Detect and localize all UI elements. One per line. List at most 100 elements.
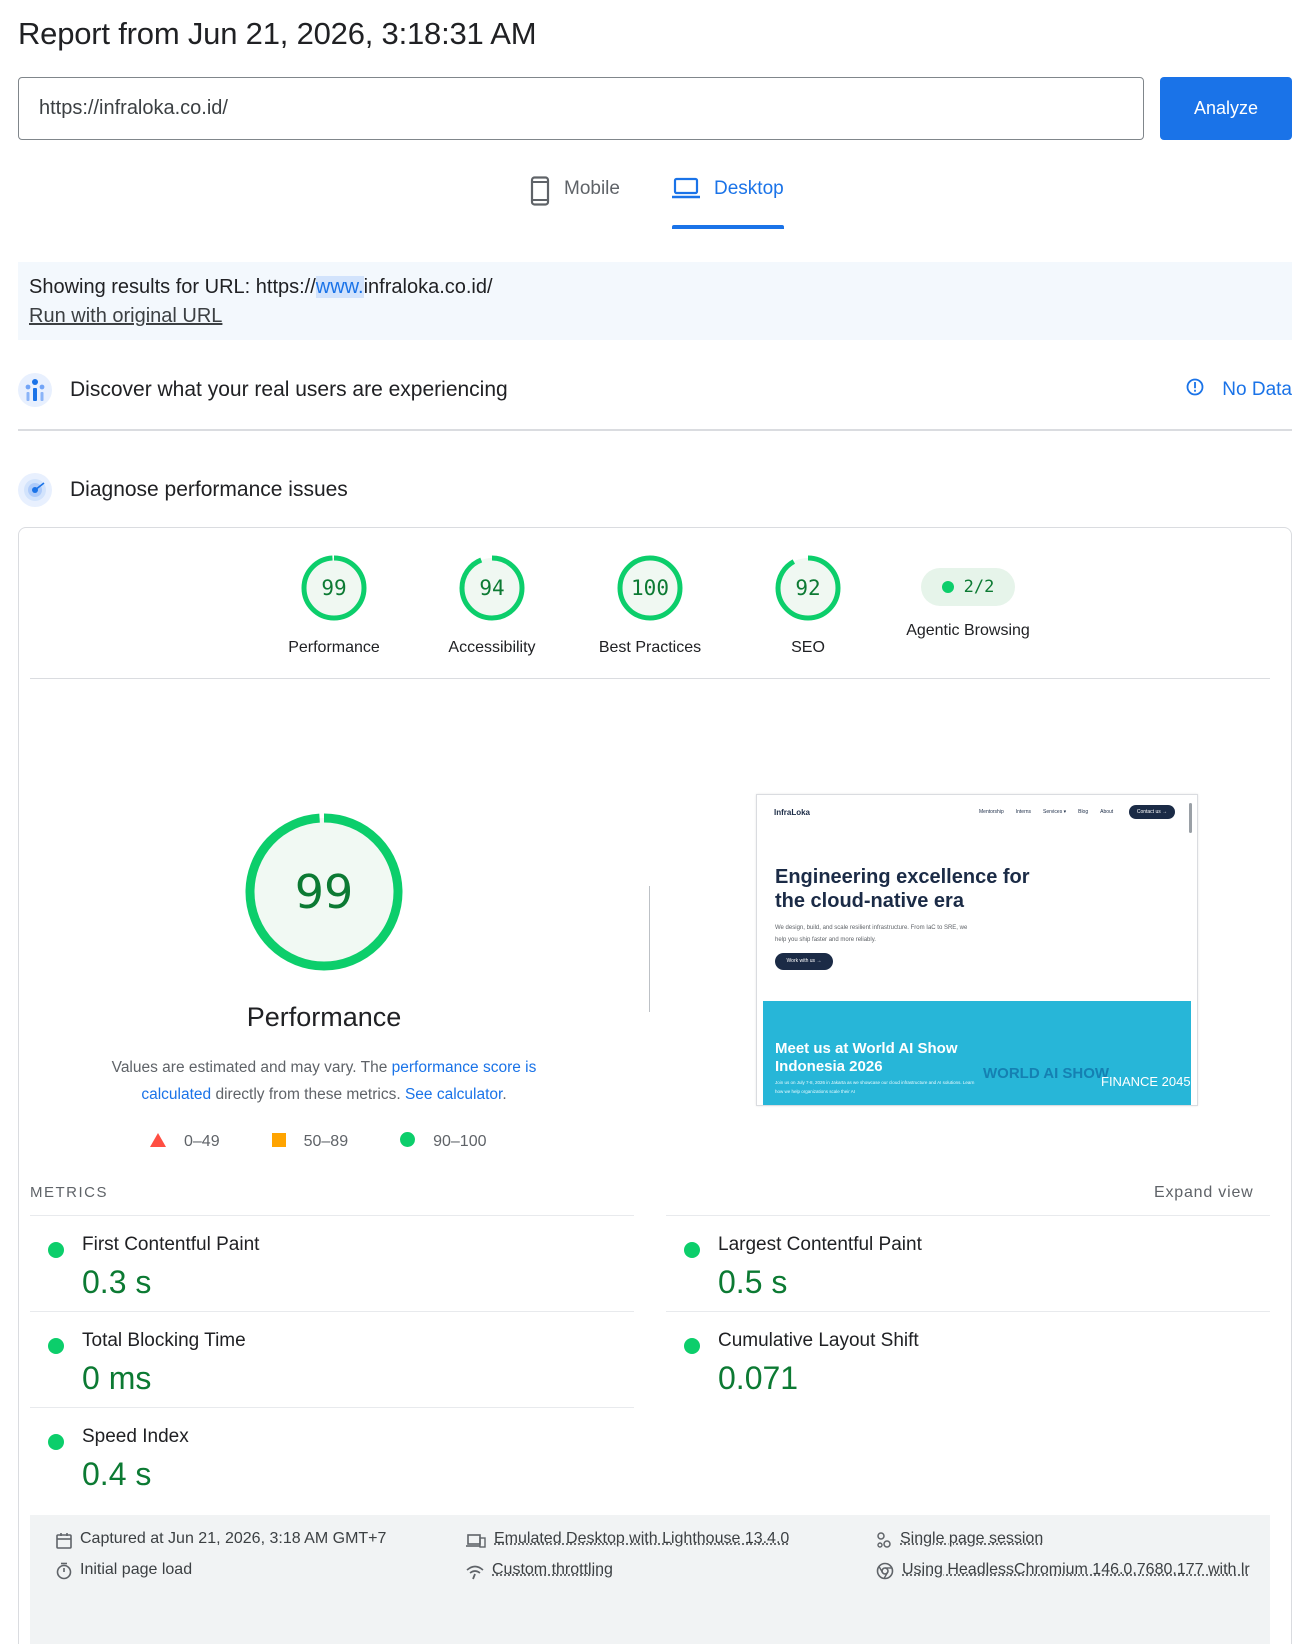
screenshot-nav-item: Blog bbox=[1078, 809, 1089, 815]
no-data-status[interactable]: No Data bbox=[1186, 378, 1292, 402]
legend-fail: 0–49 bbox=[150, 1132, 220, 1152]
gauge-performance[interactable]: 99 Performance bbox=[254, 555, 414, 657]
runtime-browser[interactable]: Using HeadlessChromium 146.0.7680.177 wi… bbox=[876, 1554, 1256, 1591]
url-input[interactable] bbox=[18, 77, 1144, 140]
score-ring: 94 bbox=[459, 555, 525, 621]
info-icon bbox=[1186, 378, 1204, 402]
score-ring: 99 bbox=[301, 555, 367, 621]
no-data-label: No Data bbox=[1222, 379, 1292, 400]
pass-dot-icon bbox=[48, 1338, 64, 1354]
chrome-icon bbox=[876, 1560, 894, 1591]
tab-mobile-label: Mobile bbox=[564, 178, 620, 199]
screenshot-nav: Mentorship Interns Services ▾ Blog About bbox=[979, 809, 1125, 815]
screenshot-logo: InfraLoka bbox=[774, 808, 811, 817]
active-tab-indicator bbox=[672, 225, 784, 229]
metric-name: Cumulative Layout Shift bbox=[718, 1330, 919, 1351]
desc-text: Values are estimated and may vary. The bbox=[111, 1059, 392, 1076]
screenshot-heading: Engineering excellence for the cloud-nat… bbox=[775, 866, 1030, 912]
tab-mobile[interactable]: Mobile bbox=[530, 176, 620, 230]
screenshot-scrollbar bbox=[1189, 803, 1192, 833]
legend-pass: 90–100 bbox=[400, 1132, 486, 1152]
gauge-label: SEO bbox=[791, 639, 825, 656]
gauge-best-practices[interactable]: 100 Best Practices bbox=[570, 555, 730, 657]
metrics-header: METRICS bbox=[30, 1184, 108, 1201]
legend-average-label: 50–89 bbox=[303, 1133, 349, 1150]
screenshot-nav-item: Mentorship bbox=[979, 809, 1004, 815]
diagnose-section-header: Diagnose performance issues bbox=[18, 466, 1292, 514]
metric-value: 0 ms bbox=[82, 1360, 152, 1396]
runtime-captured-text: Captured at Jun 21, 2026, 3:18 AM GMT+7 bbox=[80, 1530, 387, 1547]
tab-desktop-label: Desktop bbox=[714, 178, 784, 199]
gauge-agentic-browsing[interactable]: 2/2 Agentic Browsing bbox=[886, 555, 1050, 640]
diagnose-title: Diagnose performance issues bbox=[70, 478, 348, 501]
metric-name: Largest Contentful Paint bbox=[718, 1234, 922, 1255]
legend-fail-label: 0–49 bbox=[184, 1133, 220, 1150]
score-ring: 100 bbox=[617, 555, 683, 621]
crux-title: Discover what your real users are experi… bbox=[70, 378, 508, 401]
performance-description: Values are estimated and may vary. The p… bbox=[86, 1054, 562, 1108]
phone-icon bbox=[530, 176, 550, 212]
runtime-browser-text: Using HeadlessChromium 146.0.7680.177 wi… bbox=[902, 1561, 1250, 1578]
page-title: Report from Jun 21, 2026, 3:18:31 AM bbox=[18, 16, 537, 51]
screenshot-nav-item: Services ▾ bbox=[1043, 809, 1067, 815]
metric-value: 0.3 s bbox=[82, 1264, 152, 1300]
section-divider bbox=[18, 429, 1292, 431]
gauge-label: Performance bbox=[288, 639, 380, 656]
url-notice-text: Showing results for URL: https://www.inf… bbox=[29, 276, 1281, 299]
gauge-accessibility[interactable]: 94 Accessibility bbox=[412, 555, 572, 657]
url-notice-highlight: www. bbox=[315, 276, 364, 298]
users-chart-icon bbox=[18, 373, 52, 407]
metric-total-blocking-time: Total Blocking Time 0 ms bbox=[30, 1311, 634, 1407]
performance-title: Performance bbox=[246, 1002, 402, 1032]
url-notice-prefix: Showing results for URL: https:// bbox=[29, 276, 316, 298]
screenshot-nav-item: Interns bbox=[1015, 809, 1032, 815]
gauge-label: Best Practices bbox=[598, 639, 702, 656]
agentic-score: 2/2 bbox=[963, 577, 995, 597]
runtime-initial-load: Initial page load bbox=[56, 1554, 192, 1591]
vertical-divider bbox=[649, 886, 650, 1012]
runtime-emulated-text: Emulated Desktop with Lighthouse 13.4.0 bbox=[494, 1530, 790, 1547]
metric-value: 0.071 bbox=[718, 1360, 799, 1396]
desc-text: directly from these metrics. bbox=[211, 1086, 405, 1103]
agentic-score-pill: 2/2 bbox=[921, 568, 1015, 606]
runtime-session-text: Single page session bbox=[900, 1530, 1044, 1547]
screenshot-contact-button: Contact us → bbox=[1129, 805, 1175, 819]
tab-desktop[interactable]: Desktop bbox=[672, 177, 784, 230]
analyze-button[interactable]: Analyze bbox=[1160, 77, 1292, 140]
timer-icon bbox=[56, 1560, 72, 1591]
url-notice: Showing results for URL: https://www.inf… bbox=[18, 262, 1292, 340]
see-calculator-link[interactable]: See calculator bbox=[405, 1086, 502, 1103]
gauge-score: 100 bbox=[631, 576, 669, 600]
runtime-throttling[interactable]: Custom throttling bbox=[466, 1554, 613, 1591]
pass-dot-icon bbox=[48, 1434, 64, 1450]
gauge-seo[interactable]: 92 SEO bbox=[728, 555, 888, 657]
crux-section-header[interactable]: Discover what your real users are experi… bbox=[18, 366, 1292, 414]
legend-pass-label: 90–100 bbox=[433, 1133, 487, 1150]
gauges-divider bbox=[30, 678, 1270, 679]
screenshot-subtext: We design, build, and scale resilient in… bbox=[775, 925, 968, 943]
gauge-score: 94 bbox=[479, 576, 505, 600]
screenshot-banner-title: Meet us at World AI Show Indonesia 2026 bbox=[775, 1040, 958, 1075]
run-original-url-link[interactable]: Run with original URL bbox=[29, 305, 1281, 328]
expand-view-toggle[interactable]: Expand view bbox=[1154, 1184, 1254, 1202]
score-ring: 92 bbox=[775, 555, 841, 621]
metric-first-contentful-paint: First Contentful Paint 0.3 s bbox=[30, 1215, 634, 1311]
screenshot-banner-subtext: Join us on July 7-8, 2026 in Jakarta as … bbox=[775, 1080, 975, 1094]
metric-name: Speed Index bbox=[82, 1426, 189, 1447]
performance-big-gauge: 99 bbox=[244, 812, 404, 972]
radar-icon bbox=[18, 473, 52, 507]
runtime-initial-text: Initial page load bbox=[80, 1561, 193, 1578]
metric-largest-contentful-paint: Largest Contentful Paint 0.5 s bbox=[666, 1215, 1270, 1311]
performance-score: 99 bbox=[294, 865, 354, 919]
square-icon bbox=[271, 1132, 286, 1152]
metric-name: First Contentful Paint bbox=[82, 1234, 260, 1255]
screenshot-cta: Work with us → bbox=[775, 953, 833, 970]
world-ai-show-logo: WORLD AI SHOW bbox=[983, 1065, 1110, 1082]
runtime-throttling-text: Custom throttling bbox=[492, 1561, 613, 1578]
pass-dot-icon bbox=[684, 1242, 700, 1258]
page-screenshot[interactable]: InfraLoka Mentorship Interns Services ▾ … bbox=[756, 794, 1198, 1106]
legend-average: 50–89 bbox=[271, 1132, 349, 1152]
metric-value: 0.5 s bbox=[718, 1264, 788, 1300]
gauge-score: 92 bbox=[795, 576, 821, 600]
gauge-label: Agentic Browsing bbox=[906, 622, 1030, 639]
